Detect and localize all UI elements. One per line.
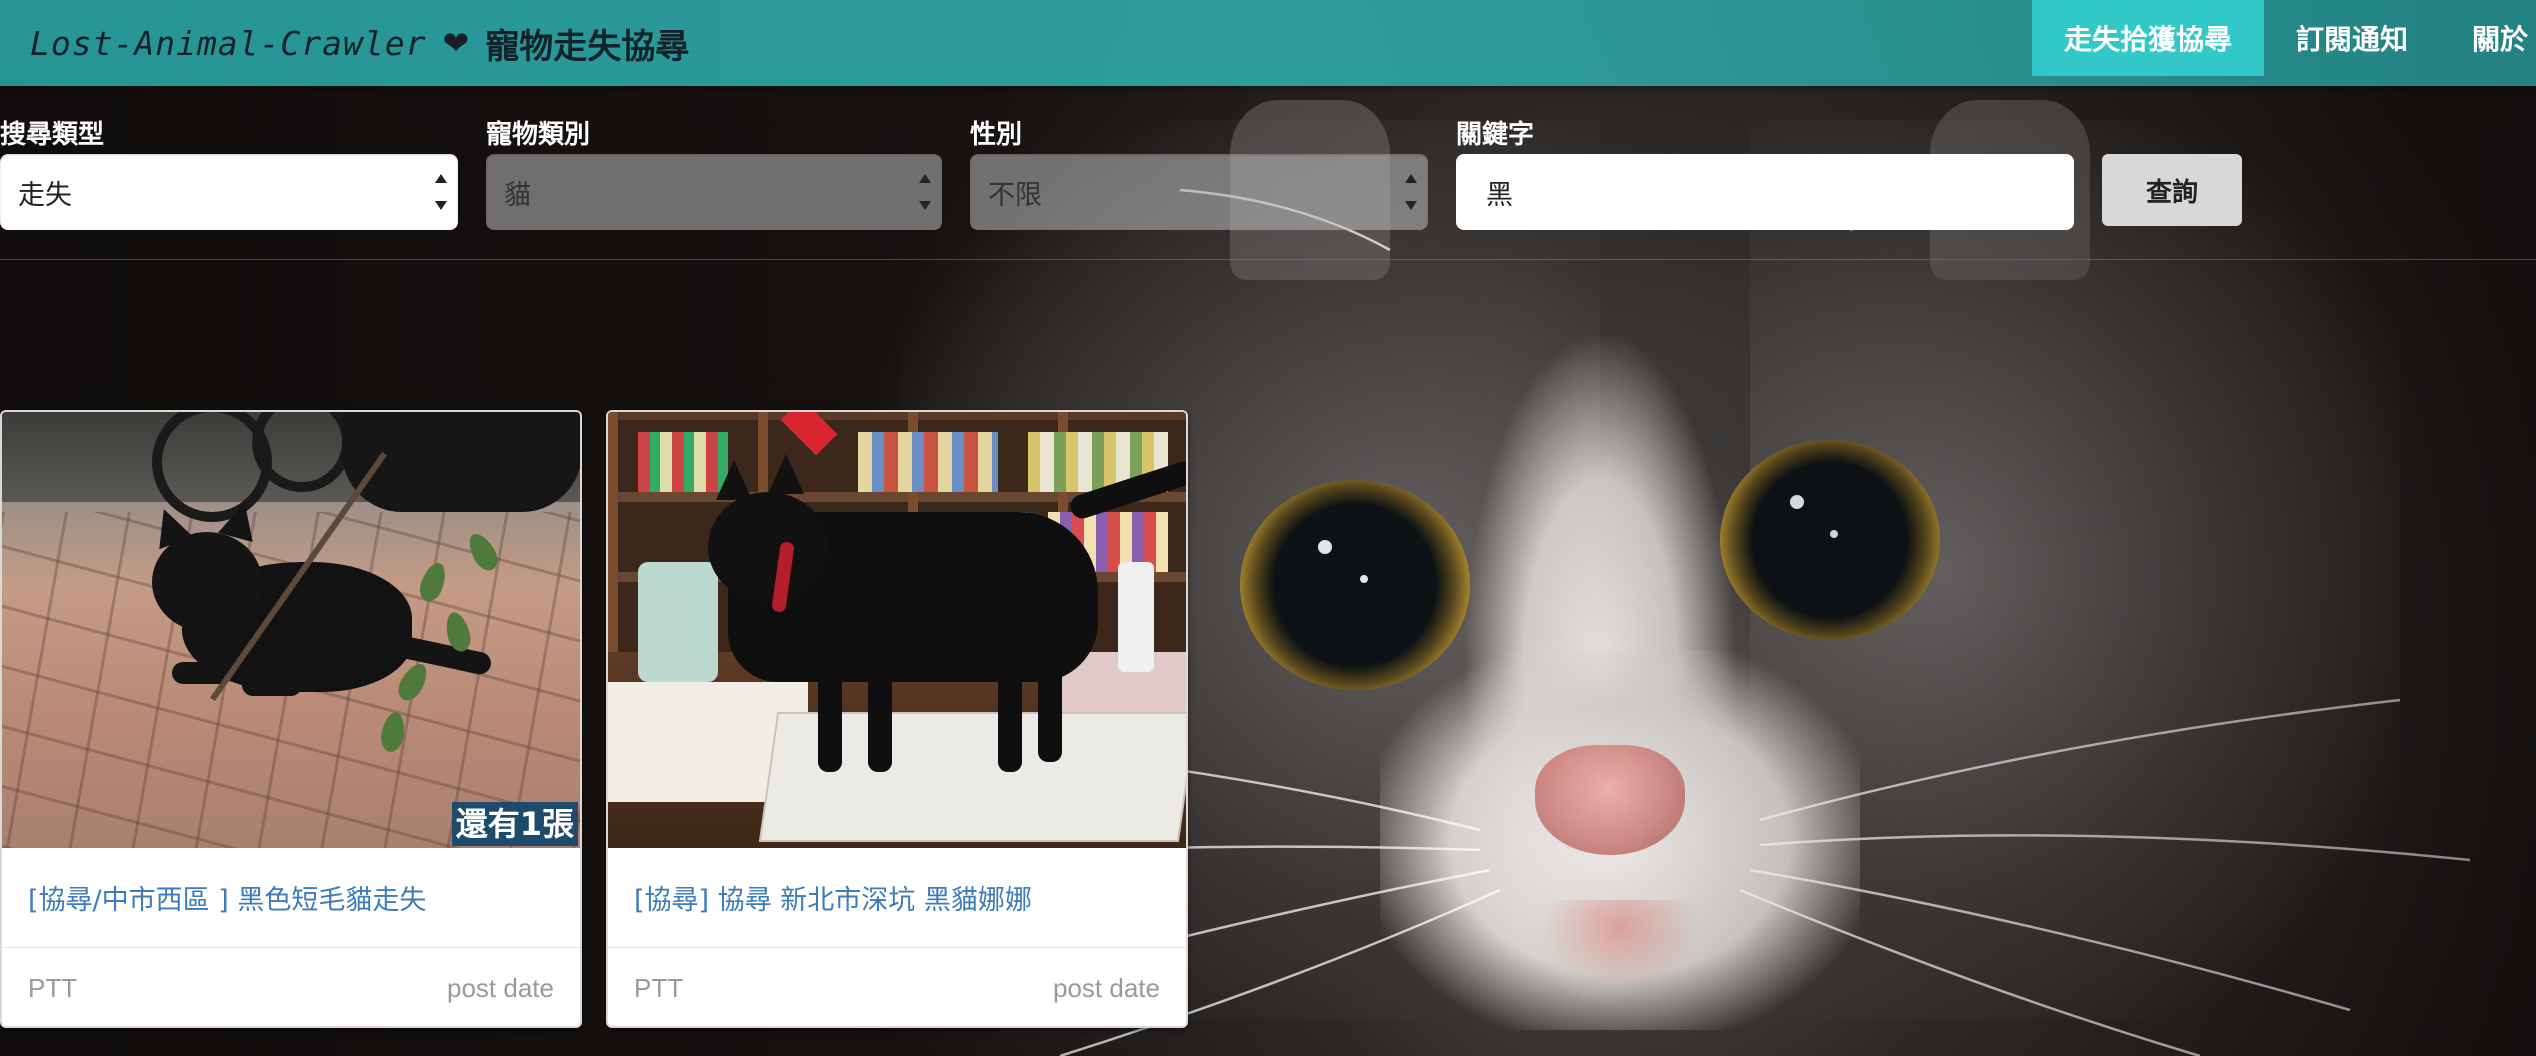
- search-type-select[interactable]: 走失: [0, 154, 458, 230]
- search-type-group: 搜尋類型 走失: [0, 116, 458, 230]
- search-type-value: 走失: [18, 179, 72, 211]
- gender-group: 性別 不限: [970, 116, 1428, 230]
- select-arrows-icon: [1404, 174, 1418, 210]
- heart-icon: ❤: [442, 24, 470, 62]
- nav-item-subscribe[interactable]: 訂閱通知: [2264, 0, 2440, 76]
- pet-photo[interactable]: [608, 412, 1186, 848]
- card-footer: PTT post date: [2, 948, 580, 1026]
- pet-category-label: 寵物類別: [486, 120, 591, 150]
- pet-photo[interactable]: 還有1張: [2, 412, 580, 848]
- result-card[interactable]: [協尋] 協尋 新北市深坑 黑貓娜娜 PTT post date: [606, 410, 1188, 1028]
- brand-subtitle: 寵物走失協尋: [485, 26, 690, 67]
- nav-menu: 走失拾獲協尋 訂閱通知 關於: [2031, 0, 2536, 76]
- pet-category-select[interactable]: 貓: [486, 154, 942, 230]
- source-label: PTT: [634, 972, 684, 1003]
- source-label: PTT: [28, 972, 78, 1003]
- more-photos-badge: 還有1張: [451, 802, 578, 846]
- brand-link[interactable]: Lost-Animal-Crawler ❤ 寵物走失協尋: [30, 18, 689, 68]
- search-type-label: 搜尋類型: [0, 120, 105, 150]
- select-arrows-icon: [918, 174, 932, 210]
- pet-category-group: 寵物類別 貓: [486, 116, 942, 230]
- search-filter-bar: 搜尋類型 走失 寵物類別 貓 性別 不限 關鍵字 查詢: [0, 116, 2536, 260]
- result-title-link[interactable]: [協尋/中市西區 ] 黑色短毛貓走失: [2, 848, 580, 948]
- gender-value: 不限: [988, 179, 1042, 211]
- post-date: post date: [1053, 972, 1160, 1003]
- keyword-label: 關鍵字: [1456, 120, 1535, 150]
- post-date: post date: [447, 972, 554, 1003]
- result-title-link[interactable]: [協尋] 協尋 新北市深坑 黑貓娜娜: [608, 848, 1186, 948]
- nav-item-lost-found[interactable]: 走失拾獲協尋: [2031, 0, 2264, 76]
- keyword-group: 關鍵字: [1456, 116, 2074, 230]
- nav-item-about[interactable]: 關於: [2440, 0, 2536, 76]
- card-footer: PTT post date: [608, 948, 1186, 1026]
- select-arrows-icon: [434, 174, 448, 210]
- brand-name: Lost-Animal-Crawler: [30, 23, 427, 63]
- search-button[interactable]: 查詢: [2102, 154, 2242, 226]
- keyword-input[interactable]: [1456, 154, 2074, 230]
- gender-select[interactable]: 不限: [970, 154, 1428, 230]
- result-card[interactable]: 還有1張 [協尋/中市西區 ] 黑色短毛貓走失 PTT post date: [0, 410, 582, 1028]
- navbar: Lost-Animal-Crawler ❤ 寵物走失協尋 走失拾獲協尋 訂閱通知…: [0, 0, 2536, 86]
- pet-category-value: 貓: [504, 179, 531, 211]
- gender-label: 性別: [970, 120, 1023, 150]
